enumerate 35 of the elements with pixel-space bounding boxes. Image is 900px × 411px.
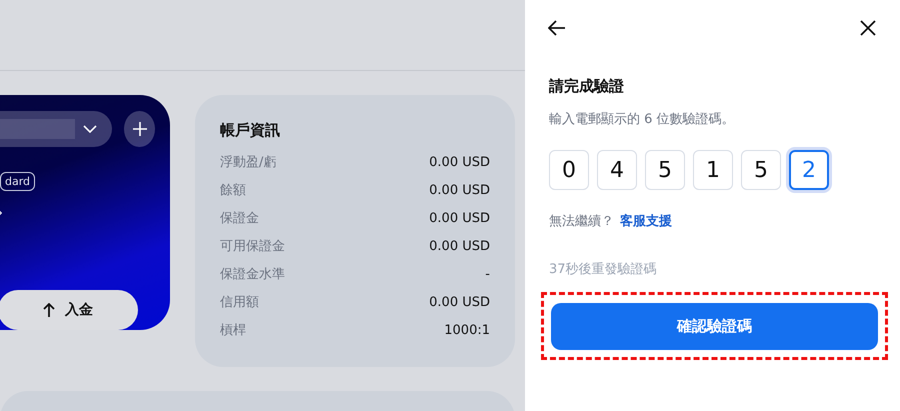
confirm-code-button[interactable]: 確認驗證碼 <box>551 303 878 350</box>
help-text: 無法繼續？ <box>549 213 614 230</box>
card-title: 帳戶資訊 <box>220 121 281 140</box>
support-link[interactable]: 客服支援 <box>620 212 672 230</box>
code-digit-field[interactable]: 5 <box>645 150 685 190</box>
arrow-up-icon <box>43 303 55 317</box>
code-digit-field[interactable]: 4 <box>597 150 637 190</box>
code-digit-field[interactable]: 2 <box>789 150 829 190</box>
instruction-text: 輸入電郵顯示的 6 位數驗證碼。 <box>549 111 736 128</box>
field-value: 0.00 USD <box>429 294 490 310</box>
close-icon <box>860 20 876 36</box>
add-account-button[interactable] <box>124 111 155 147</box>
field-value: 0.00 USD <box>429 182 490 198</box>
field-label: 槓桿 <box>220 322 246 339</box>
field-value: 0.00 USD <box>429 154 490 170</box>
code-digit-field[interactable]: 5 <box>741 150 781 190</box>
plus-icon <box>132 121 148 137</box>
field-value: - <box>485 266 490 282</box>
resend-countdown: 37秒後重發驗證碼 <box>549 261 658 278</box>
arrow-left-icon <box>548 20 566 36</box>
deposit-button[interactable]: 入金 <box>0 290 138 330</box>
field-value: 0.00 USD <box>429 238 490 254</box>
field-label: 保證金水準 <box>220 266 285 283</box>
field-label: 浮動盈/虧 <box>220 154 276 171</box>
field-label: 信用額 <box>220 294 259 311</box>
code-digit-field[interactable]: 0 <box>549 150 589 190</box>
field-label: 保證金 <box>220 210 259 227</box>
field-value: 1000:1 <box>444 322 490 338</box>
field-value: 0.00 USD <box>429 210 490 226</box>
field-label: 可用保證金 <box>220 238 285 255</box>
account-type-badge: dard <box>0 172 36 191</box>
chevron-down-icon <box>83 125 98 133</box>
field-label: 餘額 <box>220 182 246 199</box>
panel-title: 請完成驗證 <box>549 77 625 96</box>
code-digit-field[interactable]: 1 <box>693 150 733 190</box>
